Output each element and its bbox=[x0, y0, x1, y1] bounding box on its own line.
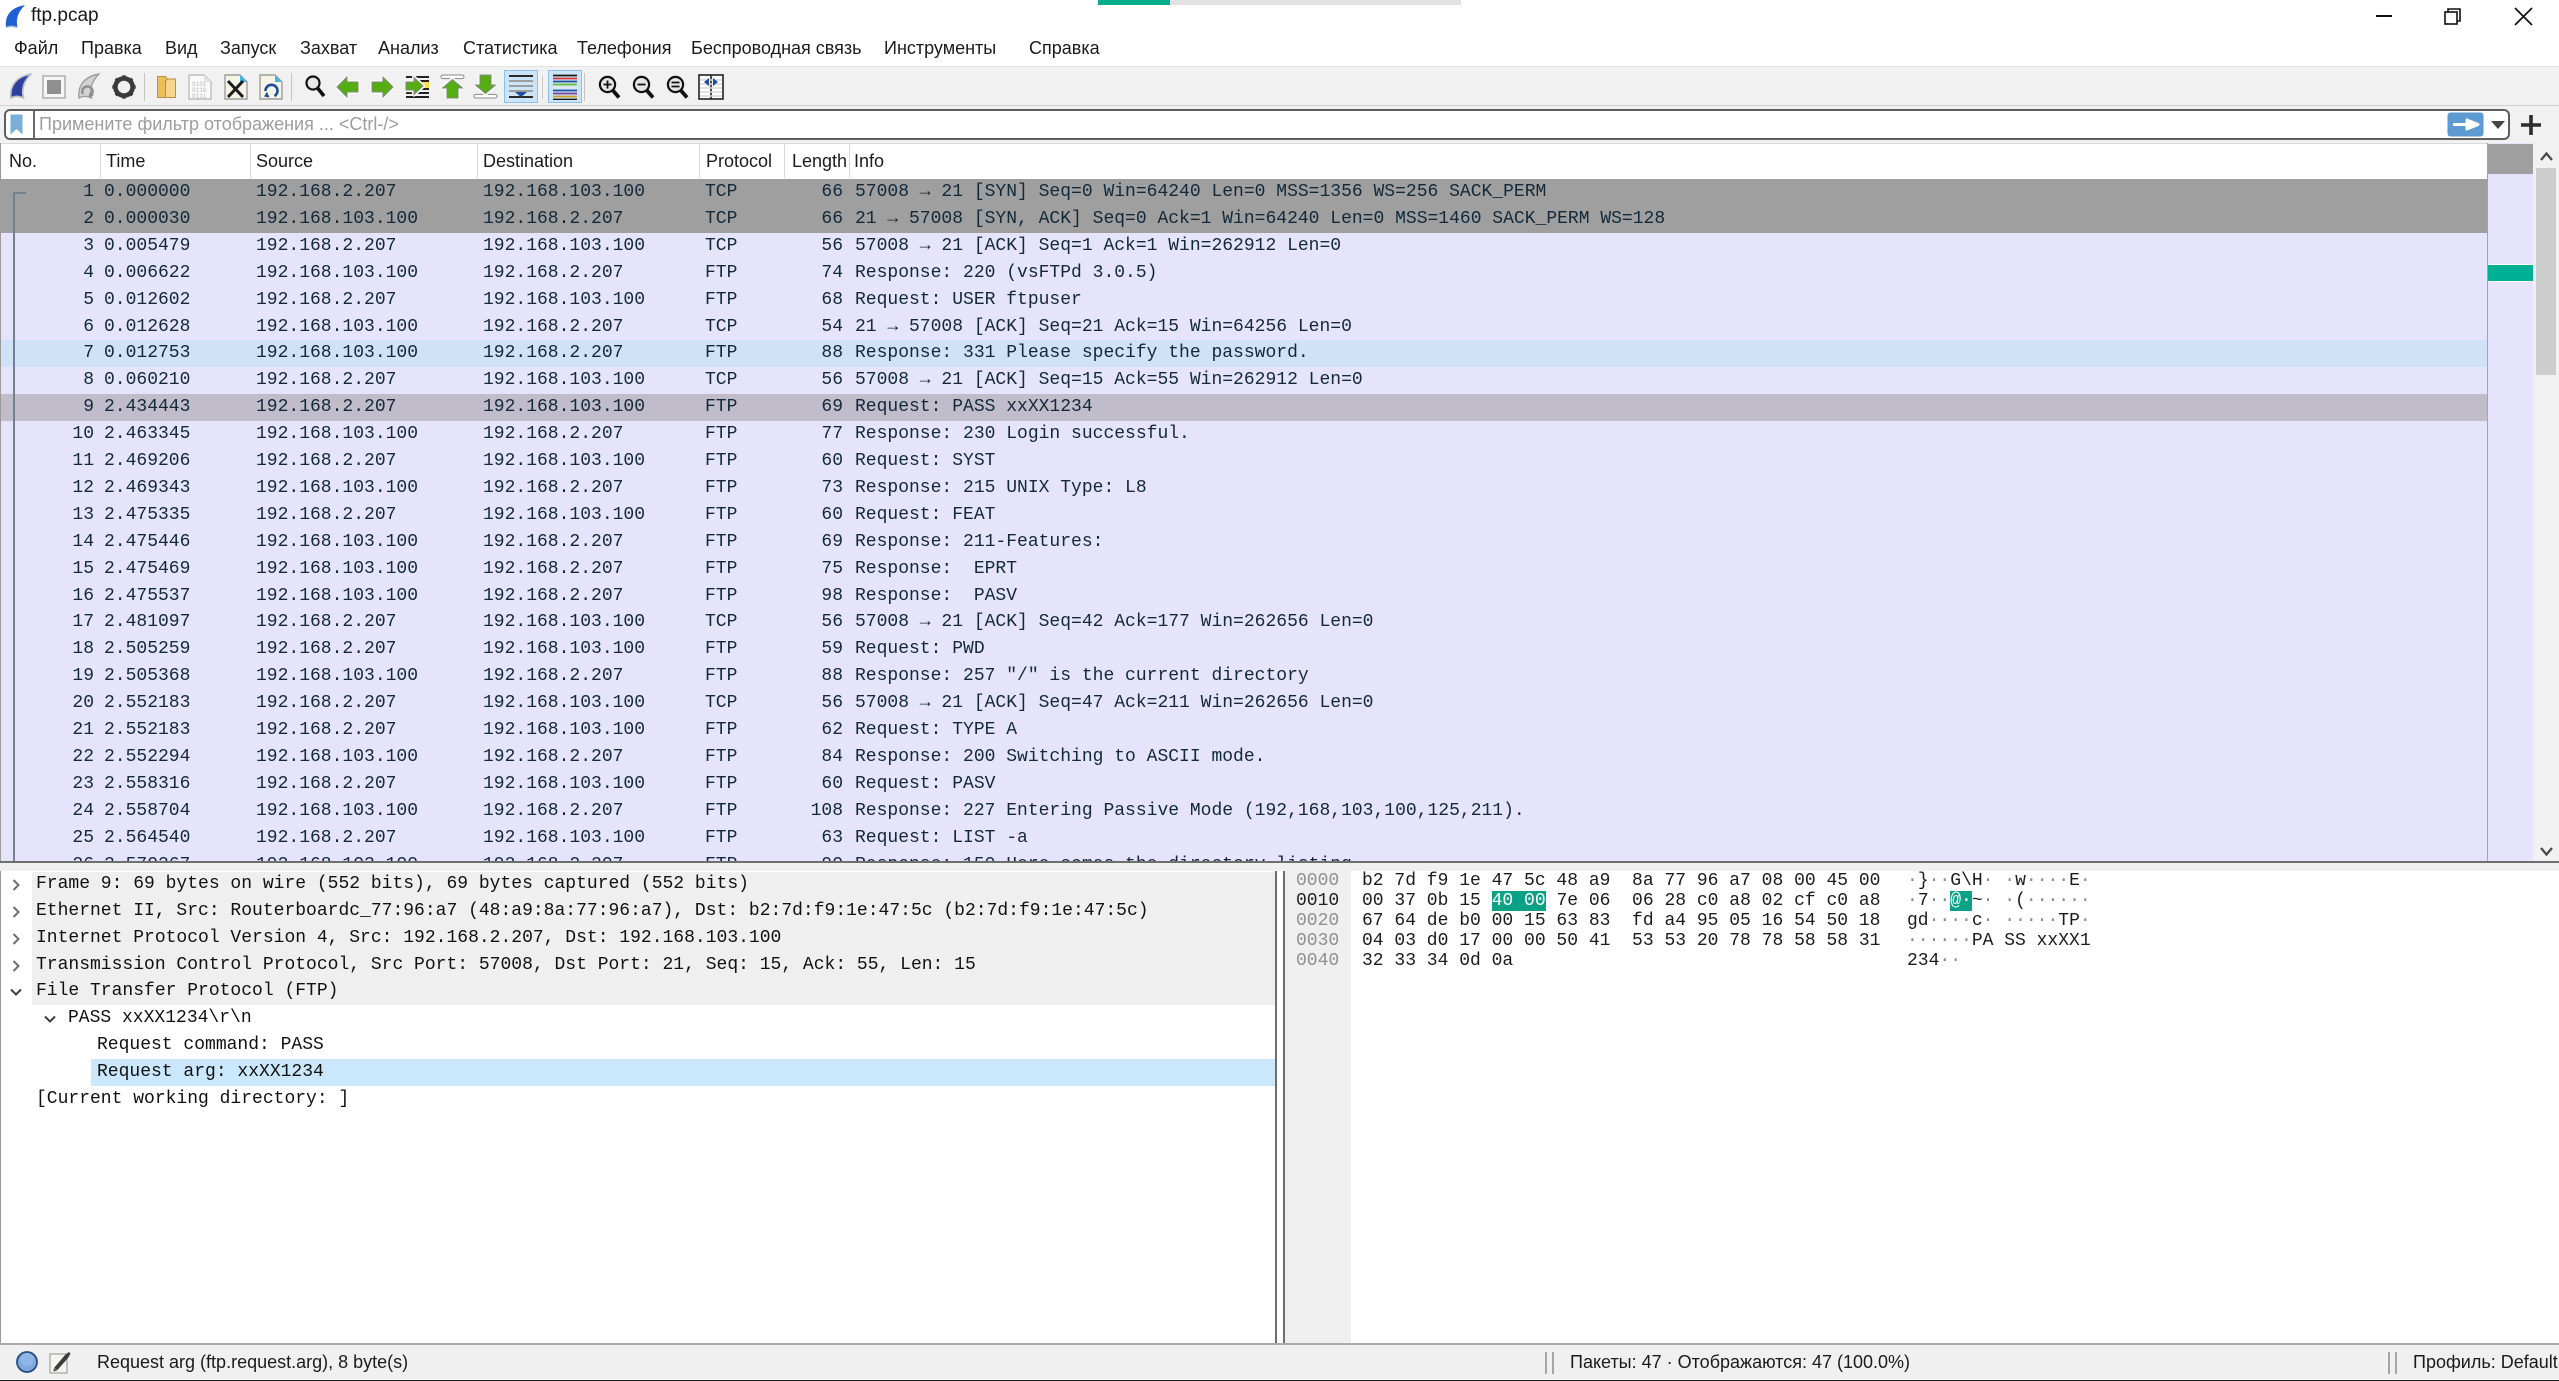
svg-text:0111: 0111 bbox=[192, 93, 207, 100]
